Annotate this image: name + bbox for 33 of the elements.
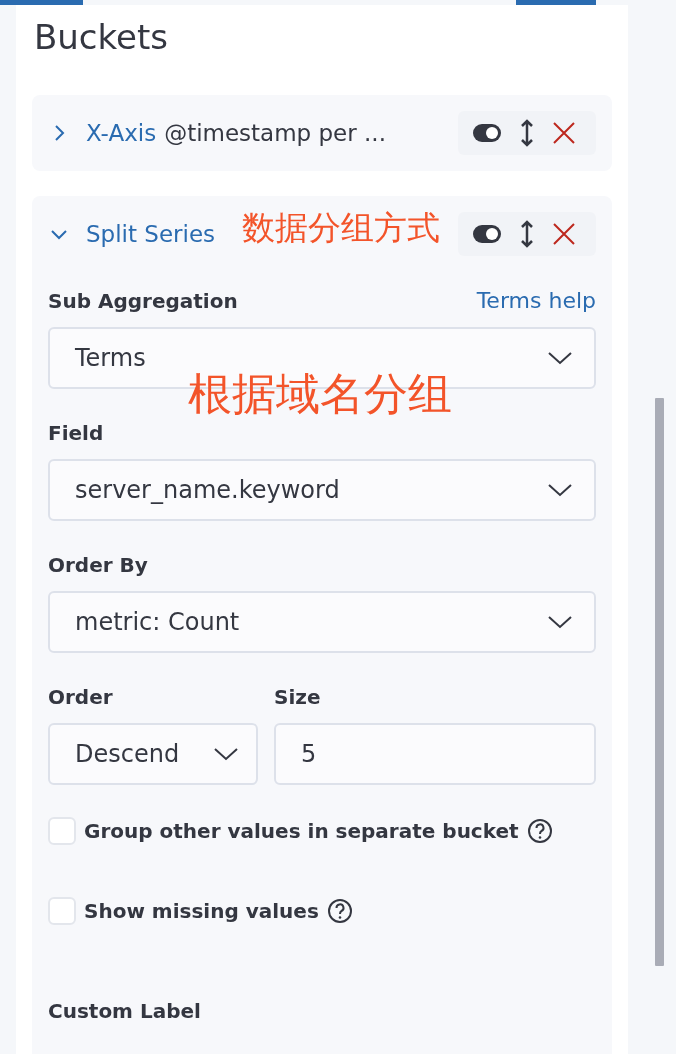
section-title: Buckets	[34, 16, 169, 59]
dropdown-caret-icon	[214, 747, 238, 761]
move-icon[interactable]	[520, 119, 534, 147]
dropdown-caret-icon	[548, 351, 572, 365]
annotation-text: 数据分组方式	[242, 207, 440, 249]
field-label: Sub Aggregation	[48, 288, 238, 313]
scrollbar[interactable]	[655, 398, 664, 966]
toggle-icon[interactable]	[472, 224, 502, 244]
close-icon[interactable]	[552, 121, 576, 145]
select-field[interactable]: Descend	[48, 723, 258, 785]
input-field[interactable]: 5	[274, 723, 596, 785]
checkbox[interactable]	[48, 897, 76, 925]
aggregation-type[interactable]: Split Series	[86, 221, 216, 247]
dropdown-caret-icon	[548, 615, 572, 629]
aggregation-type[interactable]: X-Axis	[86, 120, 157, 146]
checkbox-label: Group other values in separate bucket	[84, 819, 519, 843]
aggregation-description: @timestamp per ...	[164, 120, 386, 146]
checkbox-label: Show missing values	[84, 899, 319, 923]
checkbox[interactable]	[48, 817, 76, 845]
help-icon[interactable]	[326, 898, 353, 924]
field-label: Field	[48, 421, 104, 445]
help-icon[interactable]	[526, 818, 553, 844]
field-label: Custom Label	[48, 999, 201, 1023]
field-label: Order	[48, 685, 113, 709]
dropdown-caret-icon	[548, 483, 572, 497]
select-field[interactable]: server_name.keyword	[48, 459, 596, 521]
move-icon[interactable]	[520, 220, 534, 248]
field-label: Size	[274, 685, 321, 709]
close-icon[interactable]	[552, 222, 576, 246]
field-label: Order By	[48, 553, 148, 577]
toggle-icon[interactable]	[472, 123, 502, 143]
select-field[interactable]: metric: Count	[48, 591, 596, 653]
help-link[interactable]: Terms help	[476, 288, 596, 313]
